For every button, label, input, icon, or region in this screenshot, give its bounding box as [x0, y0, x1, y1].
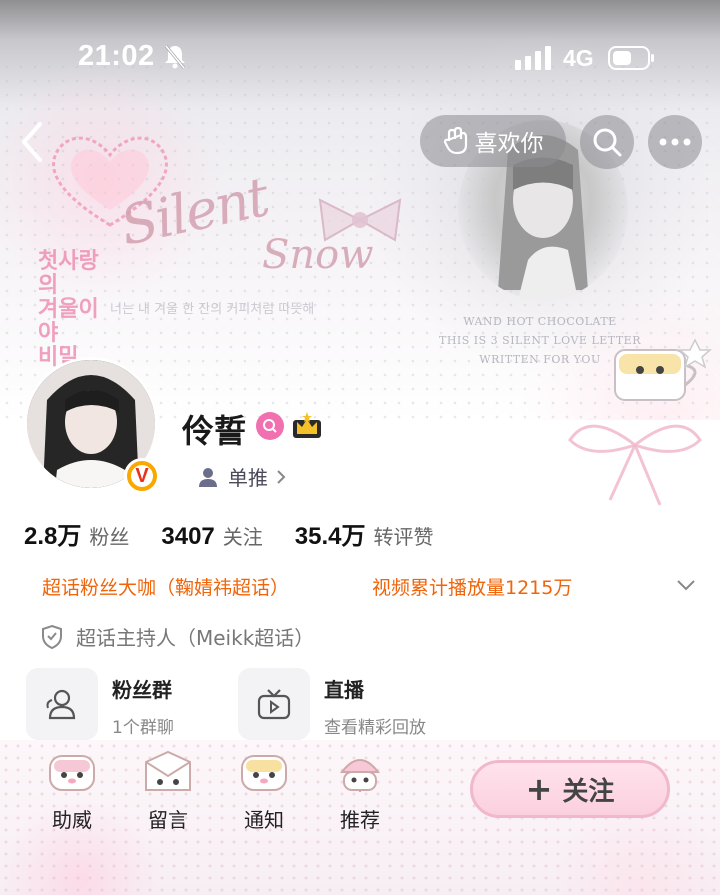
- battery-icon: [608, 46, 654, 70]
- host-row[interactable]: 超话主持人（Meikk超话）: [40, 622, 314, 651]
- stat-following[interactable]: 3407 关注: [161, 521, 262, 551]
- tab-recommend[interactable]: 推荐: [320, 748, 400, 833]
- achievements-row: 超话粉丝大咖（鞠婧祎超话） 视频累计播放量1215万: [42, 573, 702, 600]
- chevron-right-icon: [277, 469, 286, 484]
- like-you-button[interactable]: 喜欢你: [420, 115, 566, 167]
- achievement-super-topic[interactable]: 超话粉丝大咖（鞠婧祎超话）: [42, 573, 372, 600]
- bell-off-icon: [164, 45, 186, 69]
- user-icon: [199, 467, 217, 487]
- search-icon: [593, 128, 622, 157]
- group-icon: [46, 689, 76, 720]
- feature-title: 粉丝群: [112, 678, 172, 702]
- cheer-mascot-icon: [49, 755, 95, 791]
- recommend-mascot-icon: [339, 759, 381, 792]
- stat-label: 转评赞: [373, 525, 434, 549]
- more-dots-icon: [659, 138, 691, 146]
- hand-heart-icon: [443, 127, 467, 155]
- bow-decoration: [318, 198, 402, 242]
- message-mascot-icon: [145, 750, 191, 791]
- search-button[interactable]: [580, 115, 634, 169]
- feature-subtitle: 1个群聊: [112, 718, 174, 738]
- tab-label: 留言: [148, 808, 188, 832]
- stat-value: 3407: [161, 523, 215, 550]
- follow-label: 关注: [562, 776, 615, 807]
- feature-icon-box: [238, 668, 310, 740]
- tab-cheer[interactable]: 助威: [32, 748, 112, 833]
- stat-followers[interactable]: 2.8万 粉丝: [24, 516, 129, 551]
- chevron-down-icon[interactable]: [676, 578, 696, 592]
- shield-check-icon: [42, 624, 62, 649]
- cup-decoration: [614, 338, 712, 401]
- stat-label: 粉丝: [89, 525, 130, 549]
- tab-label: 通知: [244, 808, 284, 832]
- like-you-label: 喜欢你: [474, 131, 544, 157]
- more-button[interactable]: [648, 115, 702, 169]
- verified-badge-icon: V: [124, 458, 160, 494]
- banner-korean-text: 첫사랑의 겨울이야 비밀: [38, 249, 99, 370]
- profile-name: 伶誓: [182, 412, 247, 450]
- tv-play-icon: [257, 689, 291, 720]
- back-arrow-icon[interactable]: [18, 120, 48, 164]
- feature-subtitle: 查看精彩回放: [324, 718, 426, 738]
- tab-label: 推荐: [340, 808, 380, 832]
- network-type: 4G: [563, 45, 594, 71]
- single-push-link[interactable]: 单推: [198, 462, 286, 491]
- tab-notify[interactable]: 通知: [224, 748, 304, 833]
- member-badge-icon[interactable]: [256, 412, 284, 440]
- live-card[interactable]: 直播 查看精彩回放: [238, 668, 426, 740]
- host-label: 超话主持人（Meikk超话）: [76, 626, 315, 650]
- plus-icon: +: [525, 770, 553, 808]
- tab-message[interactable]: 留言: [128, 748, 208, 833]
- single-push-label: 单推: [228, 466, 268, 490]
- follow-button[interactable]: + 关注: [470, 760, 670, 818]
- fan-group-card[interactable]: 粉丝群 1个群聊: [26, 668, 174, 740]
- stat-engagement[interactable]: 35.4万 转评赞: [295, 516, 434, 551]
- banner-korean-line: 너는 내 겨울 한 잔의 커피처럼 따뜻해: [110, 302, 315, 317]
- status-time: 21:02: [78, 40, 155, 72]
- signal-icon: [515, 46, 551, 70]
- stat-value: 35.4万: [294, 523, 366, 550]
- feature-title: 直播: [324, 678, 364, 702]
- crown-badge-icon[interactable]: [290, 410, 324, 440]
- tab-label: 助威: [52, 808, 92, 832]
- notify-mascot-icon: [241, 755, 287, 791]
- profile-stats: 2.8万 粉丝 3407 关注 35.4万 转评赞: [24, 516, 465, 551]
- stat-label: 关注: [222, 525, 263, 549]
- achievement-video-plays[interactable]: 视频累计播放量1215万: [372, 573, 572, 600]
- stat-value: 2.8万: [24, 523, 82, 550]
- ribbon-decoration: [568, 424, 702, 506]
- feature-icon-box: [26, 668, 98, 740]
